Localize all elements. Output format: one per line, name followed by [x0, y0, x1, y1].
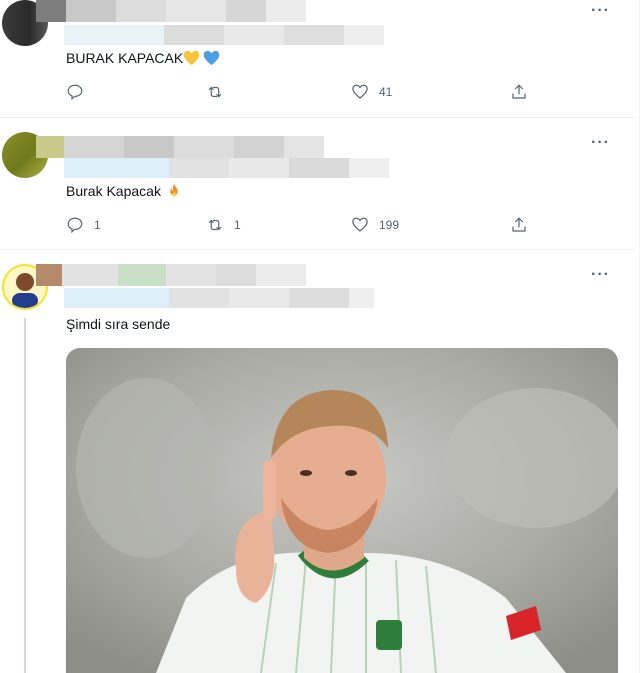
like-count: 199	[379, 218, 400, 232]
blurred-user-handle	[64, 158, 389, 178]
tweet[interactable]: ··· Burak Kapacak 1 1 199	[0, 118, 636, 250]
retweet-button[interactable]	[206, 83, 234, 101]
retweet-button[interactable]: 1	[206, 216, 241, 234]
reply-count: 1	[94, 218, 101, 232]
like-count: 41	[379, 85, 393, 99]
blurred-user-handle	[64, 25, 384, 45]
reply-button[interactable]: 1	[66, 216, 101, 234]
heart-icon	[352, 217, 368, 232]
like-button[interactable]: 199	[351, 216, 399, 234]
tweet-text: Şimdi sıra sende	[66, 316, 170, 332]
heart-icon	[352, 84, 368, 99]
tweet-text: BURAK KAPACAK	[66, 50, 220, 69]
tweet[interactable]: ··· BURAK KAPACAK 41	[0, 0, 636, 118]
like-button[interactable]: 41	[351, 83, 392, 101]
tweet-actions: 41	[66, 83, 546, 103]
blurred-user-handle	[64, 288, 374, 308]
tweet-feed: ··· BURAK KAPACAK 41 ··· Burak Kapacak 1…	[0, 0, 640, 673]
reply-button[interactable]	[66, 83, 94, 101]
share-icon	[512, 217, 526, 232]
tweet-photo[interactable]	[66, 348, 618, 673]
share-button[interactable]	[510, 216, 528, 234]
blurred-user-name	[36, 0, 306, 22]
reply-icon	[67, 217, 83, 234]
yellow-heart-icon	[183, 50, 200, 69]
tweet-text-content: BURAK KAPACAK	[66, 50, 184, 67]
more-options-button[interactable]: ···	[591, 2, 610, 20]
share-button[interactable]	[510, 83, 528, 101]
tweet-text-content: Burak Kapacak	[66, 183, 161, 200]
tweet-text-content: Şimdi sıra sende	[66, 316, 171, 332]
blurred-user-name	[36, 264, 306, 286]
tweet-text: Burak Kapacak	[66, 182, 183, 203]
retweet-icon	[208, 86, 222, 98]
reply-icon	[67, 84, 83, 101]
share-icon	[512, 84, 526, 99]
tweet-actions: 1 1 199	[66, 216, 546, 236]
blurred-user-name	[36, 136, 324, 158]
football-player-image	[66, 348, 618, 673]
thread-connector-line	[24, 318, 26, 673]
more-options-button[interactable]: ···	[591, 134, 610, 152]
blue-heart-icon	[203, 50, 220, 69]
retweet-count: 1	[234, 218, 241, 232]
fire-icon	[165, 182, 183, 203]
more-options-button[interactable]: ···	[591, 266, 610, 284]
retweet-icon	[208, 219, 222, 231]
